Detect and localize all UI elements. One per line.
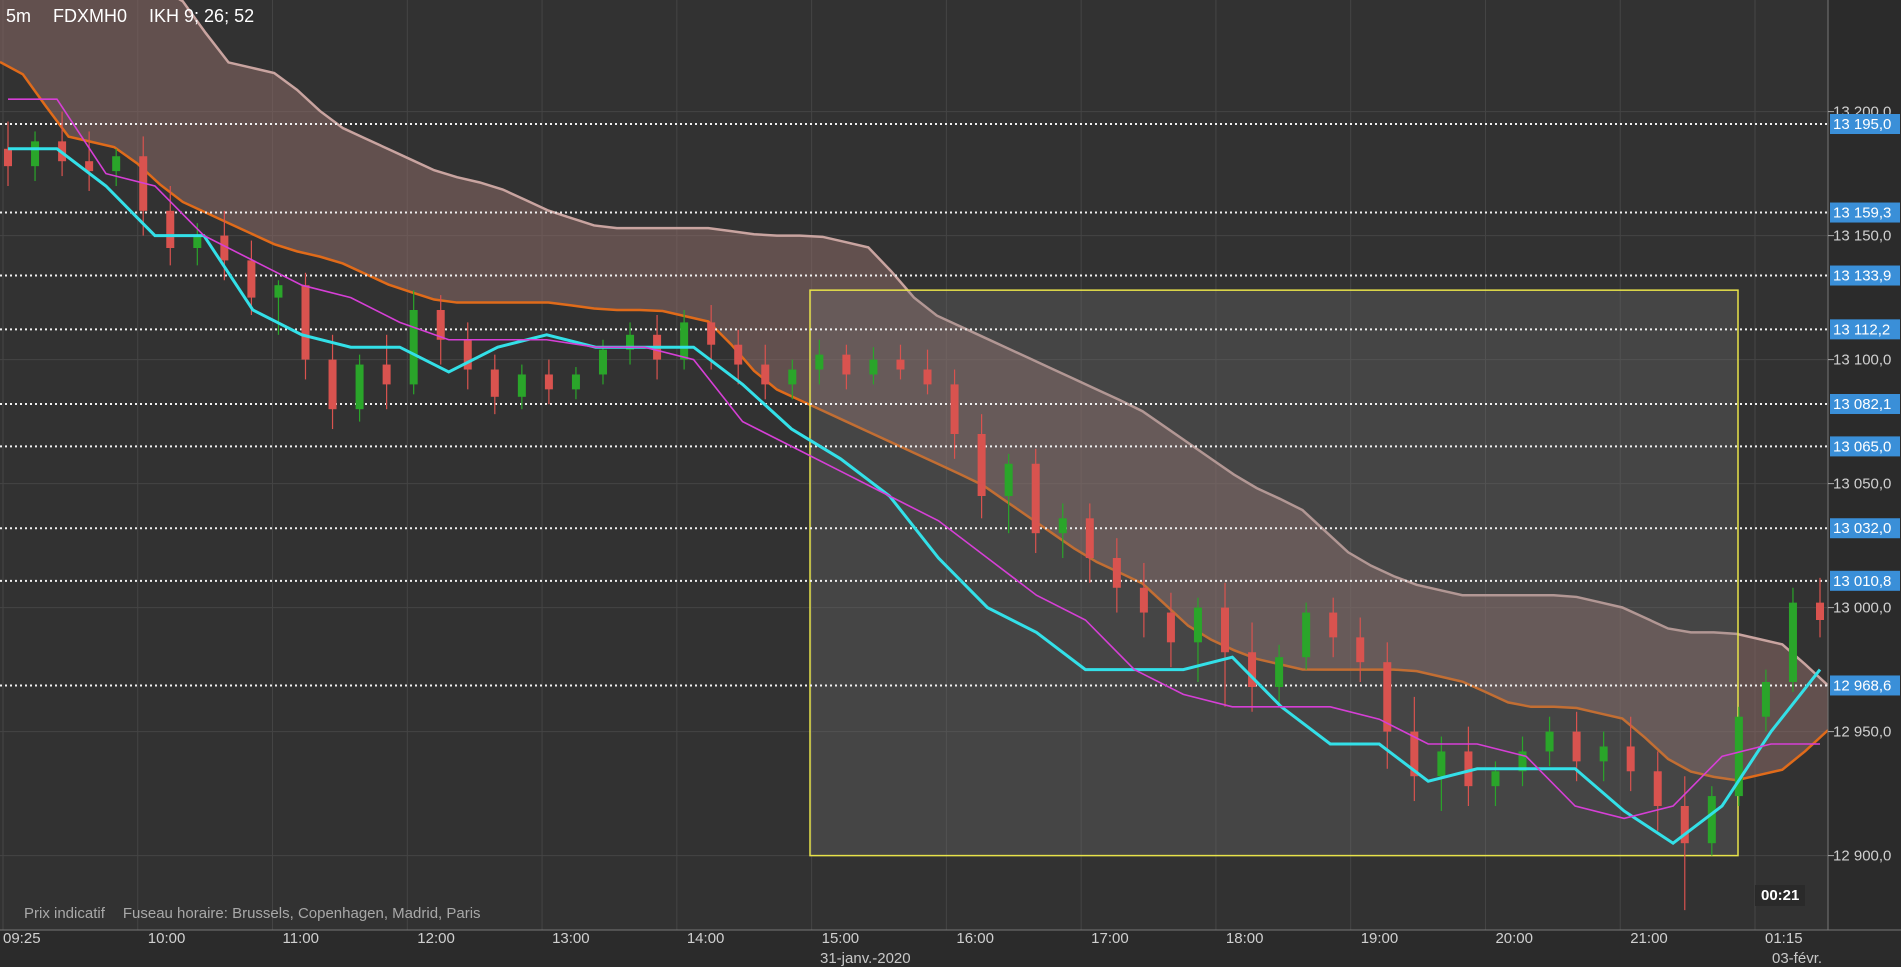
level-label: 13 195,0 <box>1833 116 1891 133</box>
level-label: 12 968,6 <box>1833 677 1891 694</box>
candle-body <box>1653 771 1662 806</box>
symbol-label[interactable]: FDXMH0 <box>53 6 127 26</box>
candle-body <box>1221 607 1230 653</box>
candle-body <box>977 434 986 496</box>
date-label: 31-janv.-2020 <box>820 950 911 967</box>
candle-body <box>707 322 716 345</box>
candle-body <box>761 364 770 385</box>
time-tick-label: 16:00 <box>956 930 994 947</box>
candle-body <box>1166 612 1175 643</box>
time-tick-label: 11:00 <box>283 930 319 947</box>
candle-body <box>1275 657 1284 687</box>
level-label: 13 065,0 <box>1833 438 1891 455</box>
candle-body <box>1031 463 1040 534</box>
level-label: 13 082,1 <box>1833 396 1891 413</box>
candle-body <box>544 374 553 390</box>
time-tick-label: 13:00 <box>552 930 590 947</box>
candle-body <box>842 354 851 375</box>
time-tick-label: 14:00 <box>687 930 725 947</box>
candle-body <box>1816 602 1824 620</box>
candle-body <box>301 285 310 360</box>
chart-header: 5m FDXMH0 IKH 9; 26; 52 <box>6 6 276 27</box>
time-tick-label: 21:00 <box>1630 930 1668 947</box>
candle-body <box>1112 558 1121 588</box>
candle-body <box>490 369 499 397</box>
candle-body <box>193 235 202 248</box>
countdown-badge: 00:21 <box>1755 885 1806 906</box>
candle-body <box>1356 637 1365 663</box>
time-tick-label: 18:00 <box>1226 930 1264 947</box>
candle-body <box>1329 612 1338 638</box>
time-tick-label: 12:00 <box>417 930 455 947</box>
candle-body <box>1545 731 1554 752</box>
price-tick-label: 13 050,0 <box>1833 476 1891 493</box>
timeframe-label[interactable]: 5m <box>6 6 31 26</box>
candle-body <box>1491 771 1500 787</box>
highlight-box <box>809 289 1739 857</box>
candle-body <box>1572 731 1581 762</box>
candle-body <box>734 344 743 365</box>
candle-body <box>4 148 12 167</box>
footer-note: Prix indicatif Fuseau horaire: Brussels, … <box>24 905 499 922</box>
candle-body <box>1437 751 1446 777</box>
candle-body <box>1788 602 1797 682</box>
candle-body <box>31 141 40 167</box>
time-tick-label: 17:00 <box>1091 930 1129 947</box>
candle-body <box>166 210 175 248</box>
candle-body <box>869 359 878 375</box>
date-label: 03-févr. <box>1772 950 1822 967</box>
candle-body <box>517 374 526 397</box>
candle-body <box>1085 518 1094 558</box>
candle-body <box>598 349 607 375</box>
time-tick-label: 10:00 <box>148 930 186 947</box>
time-tick-label: 19:00 <box>1361 930 1399 947</box>
time-tick-label: 15:00 <box>822 930 860 947</box>
candle-body <box>274 285 283 298</box>
candle-body <box>112 156 121 172</box>
timezone-note: Fuseau horaire: Brussels, Copenhagen, Ma… <box>122 905 481 922</box>
candle-body <box>1761 682 1770 717</box>
indicator-label[interactable]: IKH 9; 26; 52 <box>149 6 254 26</box>
candle-body <box>355 364 364 410</box>
candle-body <box>571 374 580 390</box>
candle-body <box>382 364 391 385</box>
candle-body <box>1139 587 1148 613</box>
price-tick-label: 12 950,0 <box>1833 724 1891 741</box>
time-tick-label: 09:25 <box>3 930 41 947</box>
time-tick-label: 01:15 <box>1765 930 1803 947</box>
level-label: 13 112,2 <box>1833 321 1890 338</box>
candle-body <box>1707 796 1716 844</box>
price-axis <box>1828 0 1901 930</box>
price-tick-label: 13 100,0 <box>1833 352 1891 369</box>
price-tick-label: 13 150,0 <box>1833 228 1891 245</box>
candle-body <box>1626 746 1635 772</box>
price-tick-label: 13 000,0 <box>1833 600 1891 617</box>
price-chart[interactable]: 13 200,013 150,013 100,013 050,013 000,0… <box>0 0 1901 967</box>
candle-body <box>680 322 689 360</box>
candle-body <box>923 369 932 385</box>
candle-body <box>788 369 797 385</box>
candle-body <box>950 384 959 434</box>
candle-body <box>328 359 337 410</box>
level-label: 13 133,9 <box>1833 268 1891 285</box>
candle-body <box>815 354 824 370</box>
price-tick-label: 12 900,0 <box>1833 848 1891 865</box>
candle-body <box>247 260 256 298</box>
level-label: 13 159,3 <box>1833 205 1891 222</box>
candle-body <box>896 359 905 370</box>
level-label: 13 010,8 <box>1833 573 1891 590</box>
level-label: 13 032,0 <box>1833 520 1891 537</box>
candle-body <box>1599 746 1608 762</box>
candle-body <box>409 310 418 385</box>
time-tick-label: 20:00 <box>1495 930 1533 947</box>
candle-body <box>1058 518 1067 534</box>
candle-body <box>1004 463 1013 496</box>
price-note: Prix indicatif <box>24 905 105 922</box>
candle-body <box>1302 612 1311 658</box>
candle-body <box>1193 607 1202 643</box>
